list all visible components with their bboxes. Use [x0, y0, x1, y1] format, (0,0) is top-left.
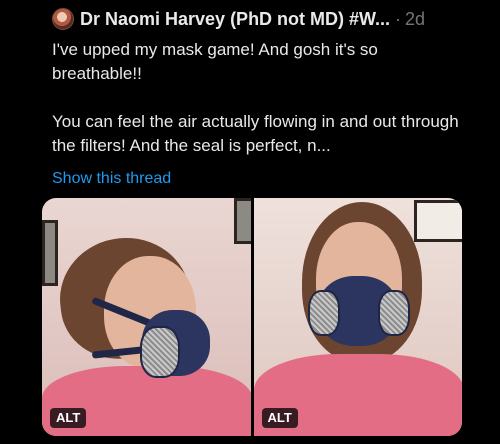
tweet-card[interactable]: Dr Naomi Harvey (PhD not MD) #W... · 2d …: [0, 0, 500, 444]
show-thread-link[interactable]: Show this thread: [52, 168, 171, 190]
respirator-filter: [140, 326, 180, 378]
separator-dot: ·: [395, 8, 402, 29]
respirator-filter: [307, 290, 340, 336]
photo-right[interactable]: ALT: [253, 198, 462, 436]
alt-badge[interactable]: ALT: [50, 408, 87, 428]
tweet-header: Dr Naomi Harvey (PhD not MD) #W... · 2d: [52, 6, 480, 32]
wall-picture-frame: [234, 198, 251, 244]
avatar[interactable]: [52, 8, 74, 30]
respirator-filter: [377, 290, 410, 336]
media-grid: ALT ALT: [42, 198, 462, 436]
tweet-text-paragraph-2: You can feel the air actually flowing in…: [52, 112, 459, 155]
timestamp[interactable]: 2d: [405, 9, 425, 30]
photo-left[interactable]: ALT: [42, 198, 251, 436]
tweet-text-paragraph-1: I've upped my mask game! And gosh it's s…: [52, 40, 378, 83]
display-name[interactable]: Dr Naomi Harvey (PhD not MD) #W...: [80, 9, 390, 30]
tweet-text: I've upped my mask game! And gosh it's s…: [52, 38, 472, 158]
wall-picture-frame: [42, 220, 58, 286]
wall-picture-frame: [413, 200, 462, 242]
alt-badge[interactable]: ALT: [261, 408, 298, 428]
